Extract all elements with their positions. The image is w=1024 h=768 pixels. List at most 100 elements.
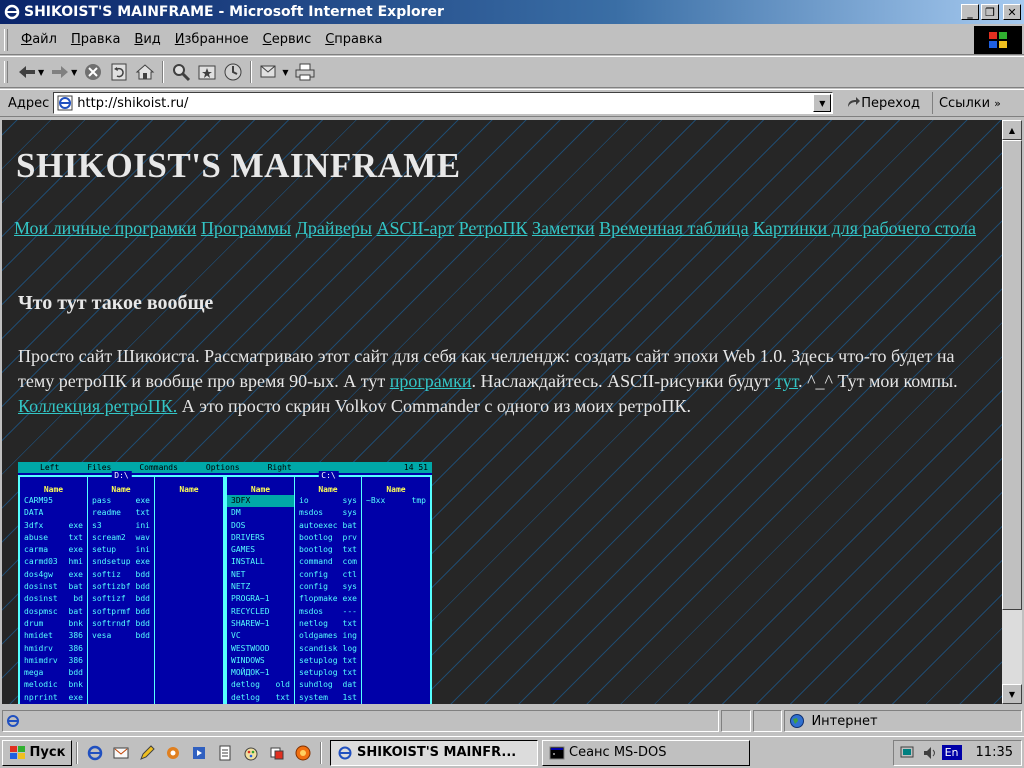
nav-link-programs[interactable]: Программы (201, 218, 291, 238)
quicklaunch-ie[interactable] (83, 741, 107, 765)
nav-link-wallpapers[interactable]: Картинки для рабочего стола (753, 218, 976, 238)
quicklaunch-app[interactable] (161, 741, 185, 765)
show-desktop-icon (270, 747, 284, 759)
stop-icon (85, 64, 102, 80)
vc-file-ext: exe (135, 496, 150, 505)
print-button[interactable] (291, 59, 319, 85)
links-button[interactable]: Ссылки » (931, 92, 1001, 114)
vc-file-name: dosinst (24, 594, 58, 604)
vc-file-name: carmd03 (24, 557, 58, 567)
nav-link-notes[interactable]: Заметки (532, 218, 595, 238)
refresh-button[interactable] (106, 59, 132, 85)
task-msdos-session[interactable]: Сеанс MS-DOS (542, 739, 750, 766)
vc-file-ext: ctl (342, 569, 357, 579)
vc-file-name: carma (24, 545, 49, 555)
mail-dropdown-icon[interactable]: ▼ (282, 68, 288, 77)
quicklaunch-outlook[interactable] (109, 741, 133, 765)
quicklaunch-desktop[interactable] (265, 741, 289, 765)
minimize-button[interactable]: _ (961, 4, 979, 20)
volume-icon[interactable] (922, 745, 938, 761)
page-status-icon (7, 715, 19, 727)
scroll-up-button[interactable]: ▲ (1002, 120, 1022, 140)
vertical-scrollbar[interactable]: ▲ ▼ (1002, 120, 1022, 704)
vc-file-name: s3 (92, 520, 102, 530)
quicklaunch-tool[interactable] (135, 741, 159, 765)
title-bar[interactable]: SHIKOIST'S MAINFRAME - Microsoft Interne… (0, 0, 1024, 24)
quicklaunch-paint[interactable] (239, 741, 263, 765)
vc-file-ext: ini (135, 545, 150, 555)
menu-view[interactable]: Вид (127, 30, 167, 49)
mail-button[interactable]: ▼ (256, 59, 291, 85)
vc-file-name: mega (24, 668, 44, 678)
nav-link-retro-pc[interactable]: РетроПК (459, 218, 528, 238)
vc-file-row: DM (227, 507, 294, 519)
vc-file-row: scandisk log (295, 643, 361, 655)
search-button[interactable] (168, 59, 194, 85)
back-button[interactable]: ▼ (14, 59, 47, 85)
taskbar-separator (320, 741, 322, 764)
task-ie-window[interactable]: SHIKOIST'S MAINFR... (330, 739, 538, 766)
favorites-button[interactable] (194, 59, 220, 85)
vc-file-row: dosinst bat (20, 581, 87, 593)
scroll-thumb[interactable] (1002, 140, 1022, 610)
vc-file-row: detlog old (227, 679, 294, 691)
home-button[interactable] (132, 59, 158, 85)
vc-file-row: carma exe (20, 544, 87, 556)
menu-favorites[interactable]: Избранное (168, 30, 256, 49)
vc-file-name: DOS (231, 520, 246, 530)
quicklaunch-notepad[interactable] (213, 741, 237, 765)
vc-left-col-3: Name (179, 485, 199, 494)
vc-left-col-2: Name pass exe readme txt s3 ini scream2 wav setu… (88, 477, 155, 704)
vc-file-row: melodic bnk (20, 679, 87, 691)
vc-file-row: s3 ini (88, 520, 154, 532)
vc-file-name: setuplog (299, 655, 338, 665)
link-ascii[interactable]: тут (775, 371, 798, 391)
tray-app-icon[interactable] (900, 745, 918, 761)
vc-file-name: hmidet (24, 631, 53, 641)
vc-file-name: softrndf (92, 618, 131, 628)
stop-button[interactable] (80, 59, 106, 85)
language-indicator[interactable]: En (941, 745, 962, 760)
start-button[interactable]: Пуск (2, 739, 72, 766)
link-retro-collection[interactable]: Коллекция ретроПК. (18, 396, 177, 416)
vc-file-name: scream2 (92, 532, 126, 542)
refresh-icon (111, 63, 127, 81)
nav-link-my-programs[interactable]: Мои личные програмки (14, 218, 196, 238)
quicklaunch-player[interactable] (187, 741, 211, 765)
menu-file[interactable]: Файл (14, 30, 64, 49)
menu-tools[interactable]: Сервис (256, 30, 319, 49)
vc-file-row: SHAREW~1 (227, 618, 294, 630)
forward-dropdown-icon[interactable]: ▼ (71, 68, 77, 77)
menu-edit[interactable]: Правка (64, 30, 127, 49)
menu-help[interactable]: Справка (318, 30, 389, 49)
vc-file-name: GAMES (231, 545, 256, 555)
nav-link-ascii-art[interactable]: ASCII-арт (377, 218, 455, 238)
home-icon (135, 64, 155, 80)
vc-file-ext: exe (68, 520, 83, 530)
address-input[interactable]: http://shikoist.ru/ ▼ (53, 92, 834, 114)
nav-link-drivers[interactable]: Драйверы (296, 218, 372, 238)
back-dropdown-icon[interactable]: ▼ (38, 68, 44, 77)
vc-file-row: softrndf bdd (88, 618, 154, 630)
vc-file-ext: --- (342, 606, 357, 616)
menu-grip (4, 28, 8, 51)
vc-file-ext: 386 (68, 631, 83, 641)
vc-file-name: flopmake (299, 594, 338, 604)
vc-file-name: 3dfx (24, 520, 44, 530)
system-tray: En 11:35 (892, 739, 1022, 766)
vc-file-name: readme (92, 508, 121, 518)
restore-button[interactable]: ❐ (981, 4, 999, 20)
quicklaunch-media[interactable] (291, 741, 315, 765)
nav-link-timeline[interactable]: Временная таблица (599, 218, 748, 238)
forward-button[interactable]: ▼ (47, 59, 80, 85)
scroll-down-button[interactable]: ▼ (1002, 684, 1022, 704)
vc-file-row: NET (227, 569, 294, 581)
link-programs[interactable]: програмки (390, 371, 472, 391)
close-button[interactable]: ✕ (1003, 4, 1021, 20)
taskbar: Пуск SHIKOIST'S MAINFR... Сеанс MS-DOS E… (0, 736, 1024, 768)
history-button[interactable] (220, 59, 246, 85)
address-dropdown-button[interactable]: ▼ (813, 94, 832, 112)
vc-file-row: 3dfx exe (20, 520, 87, 532)
go-button[interactable]: Переход (841, 96, 924, 111)
vc-file-name: DATA (24, 508, 44, 518)
